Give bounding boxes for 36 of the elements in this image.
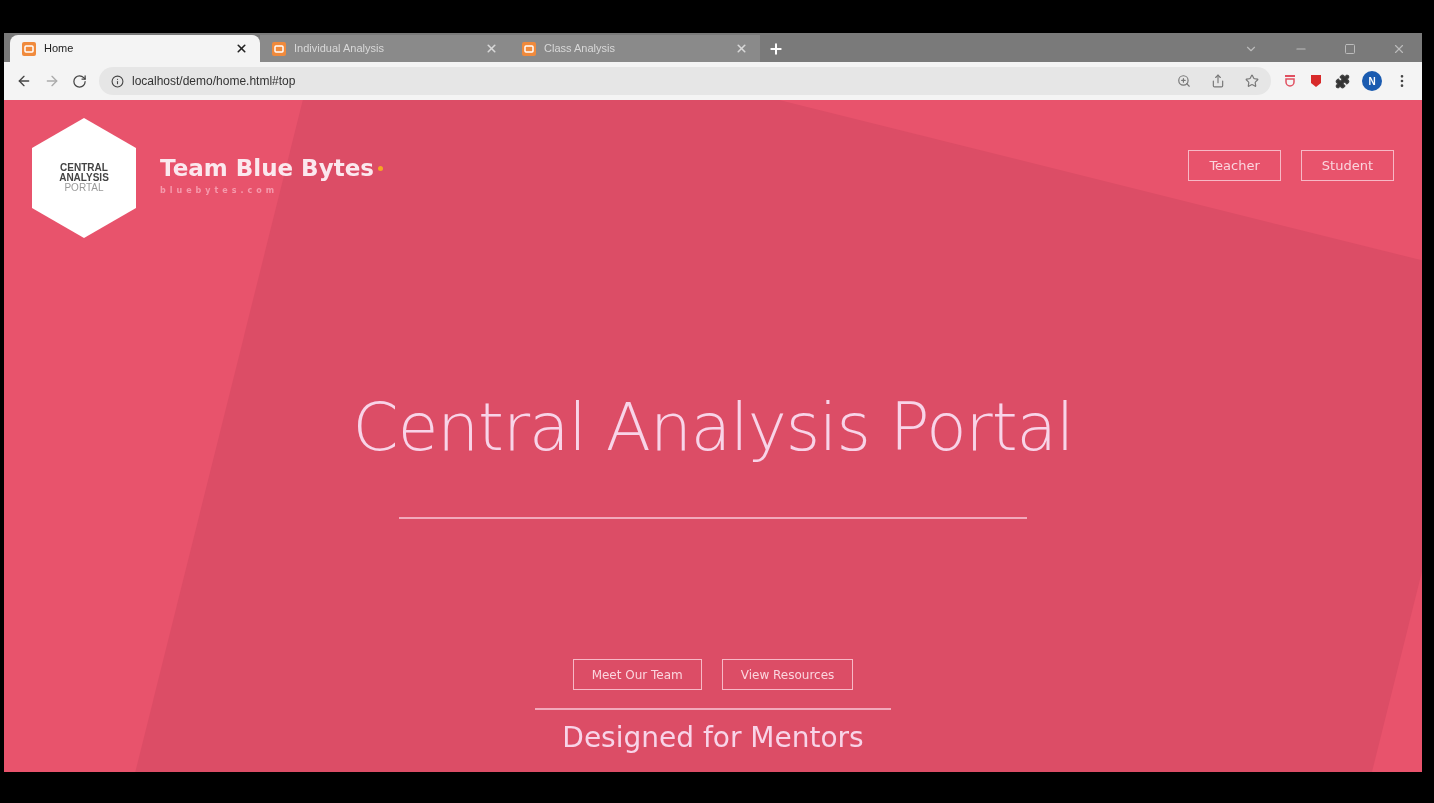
browser-tab[interactable]: Home xyxy=(10,35,260,62)
url-text: localhost/demo/home.html#top xyxy=(132,73,297,90)
address-bar[interactable]: localhost/demo/home.html#top xyxy=(99,67,1271,95)
brand-name: Team Blue Bytes xyxy=(160,153,374,183)
forward-icon[interactable] xyxy=(44,73,60,89)
logo-text: PORTAL xyxy=(64,183,104,193)
zoom-icon[interactable] xyxy=(1177,74,1191,88)
share-icon[interactable] xyxy=(1211,74,1225,88)
tab-title: Home xyxy=(44,41,75,57)
nav-button[interactable]: Teacher xyxy=(1188,150,1281,181)
browser-tab[interactable]: Individual Analysis xyxy=(260,35,510,62)
puzzle-icon[interactable] xyxy=(1335,73,1350,89)
tab-title: Class Analysis xyxy=(544,41,616,57)
tab-favicon-icon xyxy=(522,41,536,56)
cta-button[interactable]: Meet Our Team xyxy=(572,659,702,690)
tab-favicon-icon xyxy=(272,41,286,56)
back-icon[interactable] xyxy=(16,73,32,89)
hero-title: Central Analysis Portal xyxy=(352,388,1074,468)
restore-icon[interactable] xyxy=(1344,42,1356,55)
brand-tagline: bluebytes.com xyxy=(160,185,280,198)
new-tab-icon[interactable] xyxy=(768,40,784,57)
browser-tab[interactable]: Class Analysis xyxy=(510,35,760,62)
info-icon xyxy=(111,74,124,88)
shield-icon[interactable] xyxy=(1309,74,1323,88)
section-heading: Designed for Mentors xyxy=(562,724,864,752)
cta-button[interactable]: View Resources xyxy=(721,659,854,690)
tab-title: Individual Analysis xyxy=(294,41,385,57)
star-icon[interactable] xyxy=(1245,74,1259,88)
reload-icon[interactable] xyxy=(72,73,87,89)
logo-text: CENTRAL xyxy=(60,163,108,173)
profile-avatar[interactable]: N xyxy=(1362,71,1382,91)
close-icon[interactable] xyxy=(235,42,248,55)
extension-icon[interactable] xyxy=(1283,74,1297,88)
nav-button[interactable]: Student xyxy=(1300,150,1394,181)
tab-favicon-icon xyxy=(22,41,36,56)
logo-text: ANALYSIS xyxy=(59,173,109,183)
